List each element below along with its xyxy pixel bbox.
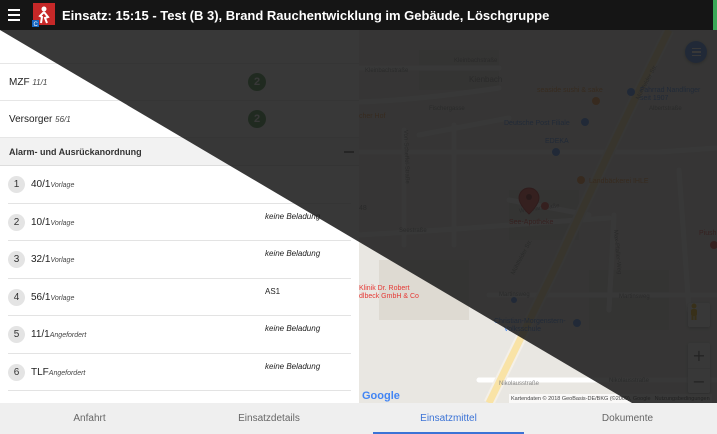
street-label: Fischergasse <box>429 106 465 112</box>
vehicle-row[interactable]: KdoW 10/1 6 Nicht einsatzbereit 18.07.18,… <box>0 30 359 64</box>
poi-label: Deutsche Post Filiale <box>504 120 570 127</box>
street-label: Seestraße <box>399 228 427 234</box>
alarm-vehicle: 32/1Vorlage <box>31 254 75 266</box>
poi-label: See-Apotheke <box>509 219 553 226</box>
poi-label: seaside sushi & sake <box>537 87 603 94</box>
order-number-badge: 5 <box>8 326 25 344</box>
street-label: Martinsweg <box>619 294 650 300</box>
order-number-badge: 6 <box>8 363 25 381</box>
post-office-icon[interactable] <box>581 118 589 126</box>
vehicle-name: MZF 11/1 <box>9 76 48 88</box>
alarm-row[interactable]: 1 40/1Vorlage keine Beladung <box>0 166 359 204</box>
google-logo[interactable]: Google <box>362 390 400 402</box>
poi-label: Volksschule <box>504 326 541 333</box>
collapse-icon[interactable] <box>344 151 354 153</box>
section-title: Alarm- und Ausrückanordnung <box>9 146 142 157</box>
vehicle-name: KdoW 10/1 <box>9 41 55 52</box>
page-title: Einsatz: 15:15 - Test (B 3), Brand Rauch… <box>62 7 550 23</box>
alarm-row[interactable]: 3 32/1Vorlage keine Beladung <box>0 241 359 279</box>
order-number-badge: 4 <box>8 288 25 306</box>
alarm-vehicle: 56/1Vorlage <box>31 291 75 303</box>
svg-text:C: C <box>34 22 39 27</box>
terms-link[interactable]: Nutzungsbedingungen <box>655 396 710 402</box>
bus-stop-icon[interactable] <box>511 297 517 303</box>
status-accent-bar <box>713 0 717 30</box>
vehicle-name: Versorger 56/1 <box>9 113 71 125</box>
tab-einsatzdetails[interactable]: Einsatzdetails <box>179 403 359 434</box>
vehicle-status-text: Einsatzbereit Wache 17:11 <box>270 109 344 128</box>
loading-text: AS1 <box>265 286 281 296</box>
grocery-icon[interactable] <box>552 148 560 156</box>
alarm-vehicle: 10/1Vorlage <box>31 216 75 228</box>
vehicle-row[interactable]: MZF 11/1 2 Einsatzbereit Wache 10:09 <box>0 64 359 101</box>
loading-text: keine Beladung <box>265 211 321 221</box>
poi-label: cher Hof <box>359 113 386 120</box>
alarm-vehicle: TLFAngefordert <box>31 366 86 378</box>
map-menu-button[interactable] <box>685 41 707 63</box>
street-label: Albertstraße <box>649 106 682 112</box>
alarm-row[interactable]: 6 TLFAngefordert keine Beladung <box>0 354 359 392</box>
pharmacy-icon[interactable] <box>541 202 549 210</box>
tab-dokumente[interactable]: Dokumente <box>538 403 717 434</box>
poi-label: Fahrrad Nandlinger <box>640 87 701 94</box>
poi-label: 48 <box>359 205 367 212</box>
vehicle-panel: KdoW 10/1 6 Nicht einsatzbereit 18.07.18,… <box>0 30 359 403</box>
school-icon[interactable] <box>573 319 581 327</box>
alarm-vehicle: 11/1Angefordert <box>31 329 87 341</box>
loading-text: keine Beladung <box>265 324 321 333</box>
order-number-badge: 3 <box>8 251 25 269</box>
tab-label: Einsatzmittel <box>420 413 477 424</box>
tab-einsatzmittel[interactable]: Einsatzmittel <box>359 403 538 434</box>
poi-label: seit 1907 <box>640 95 669 102</box>
poi-label: Piush <box>699 230 717 237</box>
alarm-row[interactable]: 5 11/1Angefordert keine Beladung <box>0 316 359 354</box>
shop-icon[interactable] <box>627 88 635 96</box>
poi-label: Klinik Dr. Robert <box>359 285 410 292</box>
alarm-section-header[interactable]: Alarm- und Ausrückanordnung <box>0 138 359 166</box>
poi-label: EDEKA <box>545 138 569 145</box>
order-number-badge: 2 <box>8 213 25 231</box>
street-label: Kleinbachstraße <box>454 58 498 64</box>
street-label: Nikolausstraße <box>609 378 650 384</box>
vehicle-status-badge: 6 <box>253 40 261 53</box>
map-attribution: Kartendaten © 2018 GeoBasis-DE/BKG (©200… <box>509 394 712 403</box>
map-view[interactable]: Kleinbachstraße Kleinbachstraße Kienbach… <box>359 30 717 403</box>
poi-label: Christian-Morgenstern- <box>494 318 566 325</box>
vehicle-status-text: Einsatzbereit Wache 10:09 <box>270 72 344 91</box>
attribution-text: Kartendaten © 2018 GeoBasis-DE/BKG (©200… <box>511 395 651 402</box>
vehicle-status-badge: 2 <box>248 110 266 128</box>
vehicle-status-text: Nicht einsatzbereit 18.07.18, 10:20 <box>270 36 336 56</box>
bakery-icon[interactable] <box>577 176 585 184</box>
zoom-in-button[interactable]: + <box>688 343 710 368</box>
order-number-badge: 1 <box>8 176 25 194</box>
tab-anfahrt[interactable]: Anfahrt <box>0 403 179 434</box>
vehicle-row[interactable]: Versorger 56/1 2 Einsatzbereit Wache 17:1… <box>0 101 359 138</box>
loading-text: keine Beladung <box>265 249 321 258</box>
restaurant-icon[interactable] <box>592 97 600 105</box>
bottom-navigation: Anfahrt Einsatzdetails Einsatzmittel Dok… <box>0 403 717 434</box>
street-label: Nikolausstraße <box>499 381 540 387</box>
street-view-pegman-icon[interactable] <box>688 303 710 327</box>
street-label: Kienbach <box>469 75 502 84</box>
zoom-control: + − <box>688 343 710 393</box>
zoom-out-button[interactable]: − <box>688 368 710 393</box>
alarm-row[interactable]: 2 10/1Vorlage keine Beladung <box>0 204 359 242</box>
poi-label: dlbeck GmbH & Co <box>359 293 419 300</box>
fire-brigade-logo-icon: C <box>32 3 56 28</box>
street-label: Kleinbachstraße <box>365 68 409 74</box>
loading-text: keine Beladung <box>265 174 321 183</box>
alarm-row[interactable]: 4 56/1Vorlage AS1 <box>0 279 359 317</box>
app-bar: C Einsatz: 15:15 - Test (B 3), Brand Rau… <box>0 0 717 30</box>
vehicle-status-badge: 2 <box>248 73 266 91</box>
menu-icon[interactable] <box>0 0 28 30</box>
alarm-vehicle: 40/1Vorlage <box>31 179 75 191</box>
map-canvas[interactable]: Kleinbachstraße Kleinbachstraße Kienbach… <box>359 30 717 403</box>
loading-text: keine Beladung <box>265 361 321 371</box>
poi-label: Landbäckerei IHLE <box>589 178 649 185</box>
